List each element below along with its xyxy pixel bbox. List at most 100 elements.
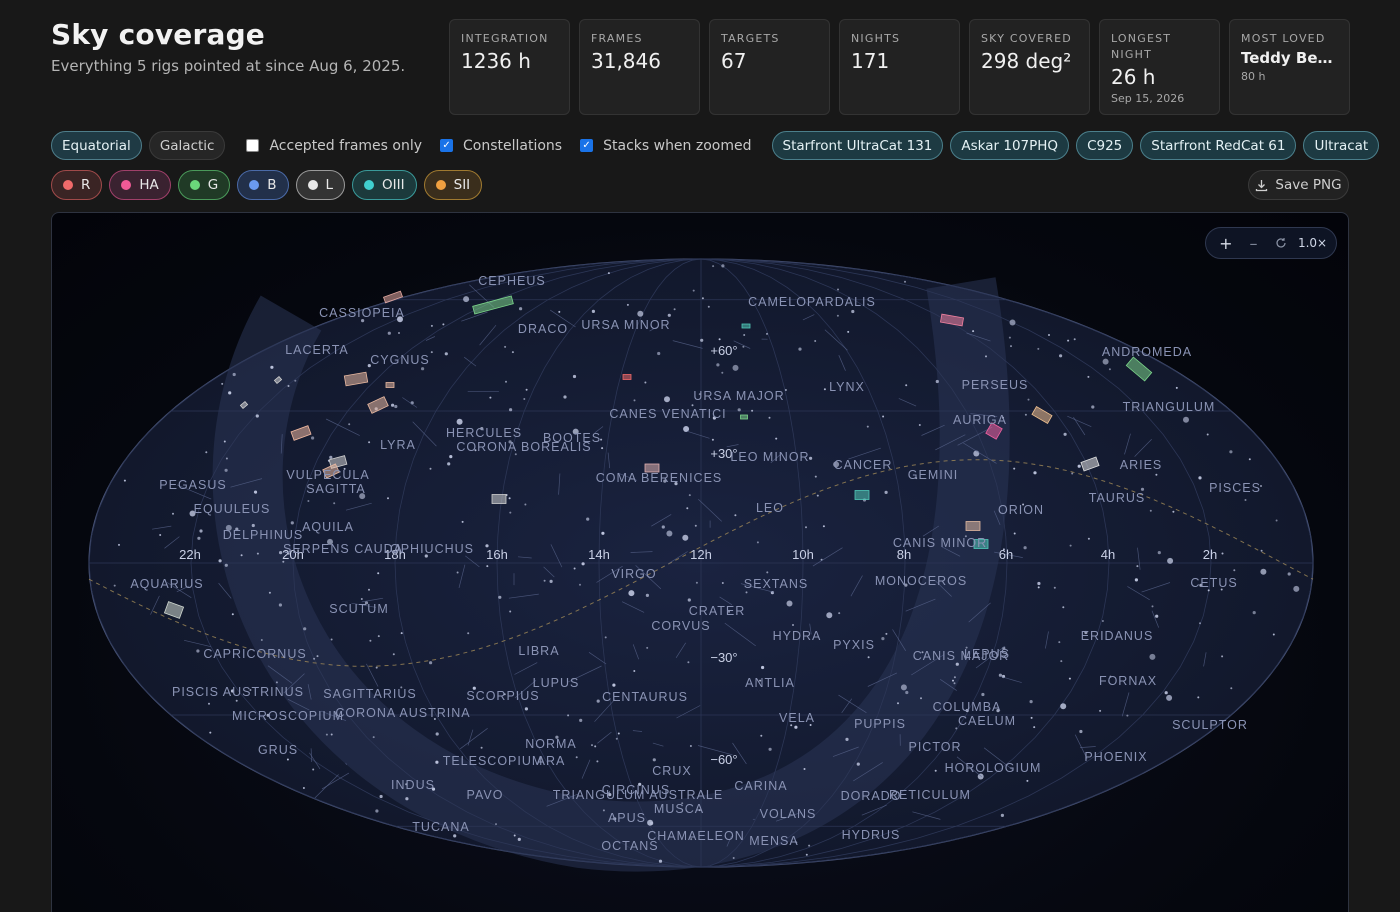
accepted-frames-checkbox[interactable]: Accepted frames only xyxy=(246,138,422,154)
star xyxy=(330,638,333,641)
toolbar: Equatorial Galactic Accepted frames only… xyxy=(51,131,1386,160)
star xyxy=(775,437,778,440)
star xyxy=(1136,565,1139,568)
star xyxy=(369,639,372,642)
checkbox-box[interactable] xyxy=(246,139,260,152)
star xyxy=(1000,813,1005,818)
filter-chip-l[interactable]: L xyxy=(295,170,346,200)
star xyxy=(513,834,516,837)
star xyxy=(683,426,690,432)
sky-map-canvas[interactable]: 22h 20h 18h 16h 14h 12h 10h 8h 6h 4h 2h+60°+30°−30… xyxy=(52,213,1349,912)
star xyxy=(228,391,232,395)
filter-chip-sii[interactable]: SII xyxy=(423,170,483,200)
star xyxy=(197,536,201,540)
filter-label: G xyxy=(207,177,219,193)
star xyxy=(1229,450,1233,454)
star xyxy=(707,305,710,308)
star xyxy=(387,331,391,335)
star xyxy=(814,475,817,478)
star xyxy=(596,699,600,703)
star xyxy=(604,636,607,639)
constellation-label: VULPECULA xyxy=(286,468,369,482)
constellation-label: TRIANGULUM xyxy=(1123,400,1216,414)
star xyxy=(209,731,212,734)
star xyxy=(377,572,380,575)
star xyxy=(429,467,432,470)
constellation-label: SERPENS CAUDA xyxy=(283,542,403,556)
star xyxy=(1027,398,1030,401)
rig-chip[interactable]: Starfront UltraCat 131 xyxy=(771,131,944,160)
star xyxy=(688,494,691,497)
coverage-footprint xyxy=(854,490,870,500)
star xyxy=(935,379,939,384)
rig-chip[interactable]: Ultracat xyxy=(1303,131,1380,160)
star xyxy=(1087,375,1090,378)
star xyxy=(615,737,618,740)
star xyxy=(543,579,546,582)
filter-chip-oiii[interactable]: OIII xyxy=(352,170,417,200)
star xyxy=(692,289,695,292)
star xyxy=(816,494,819,497)
star xyxy=(1068,677,1071,680)
stacks-zoomed-checkbox[interactable]: Stacks when zoomed xyxy=(580,138,752,154)
constellation-label: TELESCOPIUM xyxy=(443,754,544,768)
zoom-in-button[interactable]: + xyxy=(1215,234,1237,253)
star xyxy=(732,857,735,859)
star xyxy=(1157,551,1161,555)
star xyxy=(784,389,787,391)
star xyxy=(973,450,980,457)
rig-chip[interactable]: Askar 107PHQ xyxy=(950,131,1070,160)
star xyxy=(1151,605,1154,608)
star xyxy=(934,769,937,772)
checkbox-box[interactable] xyxy=(580,139,594,152)
sky-map[interactable]: 22h 20h 18h 16h 14h 12h 10h 8h 6h 4h 2h +60° +30° −30… xyxy=(51,212,1349,912)
filter-chip-b[interactable]: B xyxy=(237,170,289,200)
star xyxy=(805,526,807,529)
filter-chip-r[interactable]: R xyxy=(51,170,103,200)
filter-chip-g[interactable]: G xyxy=(177,170,231,200)
star xyxy=(1172,510,1175,513)
filter-chip-ha[interactable]: HA xyxy=(109,170,171,200)
star xyxy=(1166,694,1173,701)
constellation-label: CANES VENATICI xyxy=(609,407,726,421)
star xyxy=(742,345,745,348)
star xyxy=(256,552,259,555)
star xyxy=(1244,499,1247,501)
ra-label: 12h xyxy=(690,547,712,562)
star xyxy=(1275,519,1278,522)
star xyxy=(664,396,670,403)
filter-label: B xyxy=(267,177,277,193)
constellation-label: MONOCEROS xyxy=(875,574,967,588)
page-title: Sky coverage xyxy=(51,18,265,51)
save-png-button[interactable]: Save PNG xyxy=(1248,170,1349,200)
constellation-label: CYGNUS xyxy=(370,353,429,367)
star xyxy=(700,338,704,342)
star xyxy=(235,699,238,702)
stat-label: MOST LOVED xyxy=(1241,32,1326,45)
constellations-checkbox[interactable]: Constellations xyxy=(440,138,562,154)
star xyxy=(435,760,439,764)
star xyxy=(905,690,909,695)
mode-galactic-button[interactable]: Galactic xyxy=(148,131,226,160)
reset-view-button[interactable] xyxy=(1270,234,1292,253)
rig-chip[interactable]: C925 xyxy=(1076,131,1134,160)
star xyxy=(768,747,772,751)
zoom-out-button[interactable]: – xyxy=(1243,234,1265,253)
mode-equatorial-button[interactable]: Equatorial xyxy=(51,131,142,160)
constellation-label: HYDRA xyxy=(773,629,822,643)
star xyxy=(743,334,746,336)
star xyxy=(316,655,319,658)
star xyxy=(718,338,721,341)
star xyxy=(1221,655,1224,658)
star xyxy=(1155,473,1158,476)
star xyxy=(897,702,899,705)
checkbox-box[interactable] xyxy=(440,139,454,152)
rig-chip[interactable]: Starfront RedCat 61 xyxy=(1140,131,1297,160)
star xyxy=(240,554,243,557)
constellation-label: NORMA xyxy=(525,737,577,751)
coverage-footprint xyxy=(741,323,751,329)
star xyxy=(1024,413,1027,416)
star xyxy=(444,352,448,356)
star xyxy=(745,591,748,594)
star xyxy=(644,381,647,384)
